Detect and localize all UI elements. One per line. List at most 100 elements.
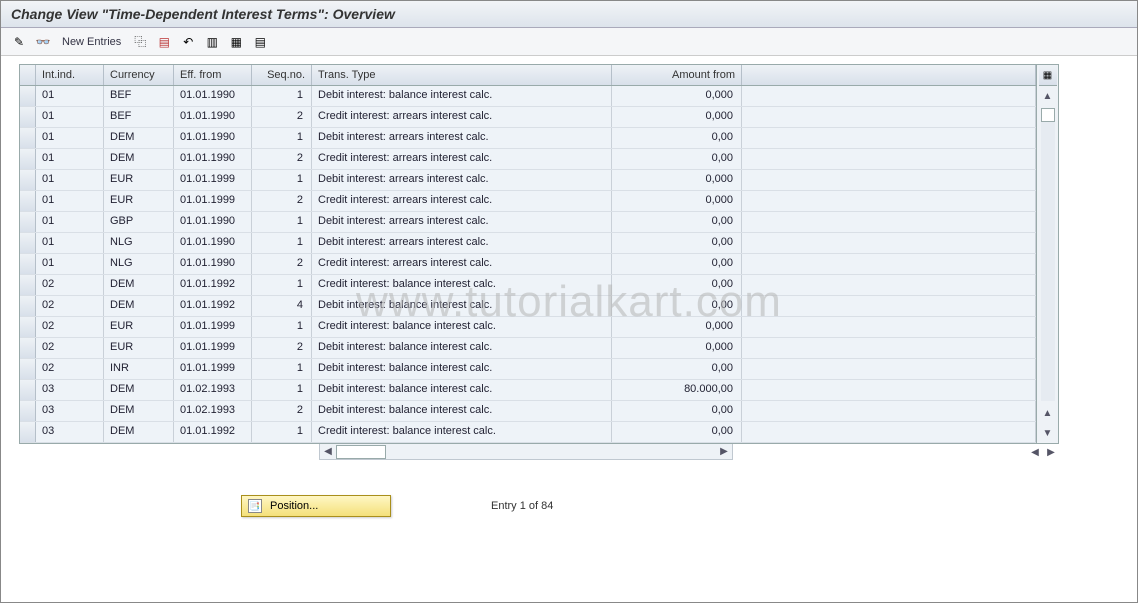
row-selector[interactable] [20,401,36,421]
cell-trans-type[interactable]: Debit interest: balance interest calc. [312,338,612,358]
col-currency[interactable]: Currency [104,65,174,85]
cell-int-ind[interactable]: 01 [36,128,104,148]
cell-int-ind[interactable]: 02 [36,338,104,358]
cell-int-ind[interactable]: 01 [36,107,104,127]
delete-icon[interactable]: ▤ [154,32,174,52]
row-selector[interactable] [20,317,36,337]
cell-eff-from[interactable]: 01.01.1990 [174,212,252,232]
cell-eff-from[interactable]: 01.01.1999 [174,191,252,211]
cell-trans-type[interactable]: Credit interest: arrears interest calc. [312,254,612,274]
cell-eff-from[interactable]: 01.01.1990 [174,149,252,169]
cell-int-ind[interactable]: 02 [36,317,104,337]
cell-seq-no[interactable]: 1 [252,422,312,442]
cell-amount-from[interactable]: 0,00 [612,254,742,274]
cell-amount-from[interactable]: 0,00 [612,149,742,169]
select-all-icon[interactable]: ▥ [202,32,222,52]
cell-currency[interactable]: NLG [104,254,174,274]
table-row[interactable]: 01NLG01.01.19901Debit interest: arrears … [20,233,1036,254]
table-row[interactable]: 01GBP01.01.19901Debit interest: arrears … [20,212,1036,233]
cell-trans-type[interactable]: Debit interest: arrears interest calc. [312,233,612,253]
col-amount-from[interactable]: Amount from [612,65,742,85]
cell-trans-type[interactable]: Debit interest: arrears interest calc. [312,128,612,148]
cell-currency[interactable]: EUR [104,191,174,211]
cell-seq-no[interactable]: 1 [252,170,312,190]
cell-currency[interactable]: BEF [104,86,174,106]
row-selector[interactable] [20,380,36,400]
cell-int-ind[interactable]: 02 [36,275,104,295]
cell-seq-no[interactable]: 2 [252,191,312,211]
cell-currency[interactable]: DEM [104,380,174,400]
cell-int-ind[interactable]: 01 [36,86,104,106]
cell-seq-no[interactable]: 1 [252,212,312,232]
row-selector[interactable] [20,212,36,232]
table-row[interactable]: 01EUR01.01.19992Credit interest: arrears… [20,191,1036,212]
scroll-up2-icon[interactable]: ▲ [1040,405,1056,421]
cell-seq-no[interactable]: 2 [252,107,312,127]
cell-eff-from[interactable]: 01.01.1990 [174,86,252,106]
cell-trans-type[interactable]: Debit interest: arrears interest calc. [312,170,612,190]
cell-currency[interactable]: GBP [104,212,174,232]
col-eff-from[interactable]: Eff. from [174,65,252,85]
table-row[interactable]: 01EUR01.01.19991Debit interest: arrears … [20,170,1036,191]
table-row[interactable]: 01NLG01.01.19902Credit interest: arrears… [20,254,1036,275]
position-button[interactable]: 📑 Position... [241,495,391,517]
cell-amount-from[interactable]: 0,00 [612,275,742,295]
new-entries-button[interactable]: New Entries [57,36,126,48]
scroll-up-icon[interactable]: ▲ [1040,88,1056,104]
col-trans-type[interactable]: Trans. Type [312,65,612,85]
cell-eff-from[interactable]: 01.02.1993 [174,401,252,421]
row-selector[interactable] [20,338,36,358]
cell-trans-type[interactable]: Credit interest: arrears interest calc. [312,149,612,169]
cell-amount-from[interactable]: 0,00 [612,296,742,316]
cell-trans-type[interactable]: Credit interest: balance interest calc. [312,317,612,337]
cell-amount-from[interactable]: 0,00 [612,233,742,253]
row-selector[interactable] [20,233,36,253]
cell-currency[interactable]: BEF [104,107,174,127]
cell-amount-from[interactable]: 0,000 [612,191,742,211]
hscroll-right-icon[interactable]: ▶ [716,445,732,459]
hscroll-right2-icon[interactable]: ▶ [1043,445,1059,459]
cell-seq-no[interactable]: 2 [252,254,312,274]
cell-amount-from[interactable]: 0,000 [612,317,742,337]
cell-currency[interactable]: DEM [104,422,174,442]
cell-eff-from[interactable]: 01.01.1990 [174,128,252,148]
cell-seq-no[interactable]: 2 [252,401,312,421]
table-row[interactable]: 02EUR01.01.19991Credit interest: balance… [20,317,1036,338]
cell-seq-no[interactable]: 1 [252,86,312,106]
cell-int-ind[interactable]: 01 [36,170,104,190]
cell-trans-type[interactable]: Credit interest: arrears interest calc. [312,107,612,127]
cell-currency[interactable]: INR [104,359,174,379]
cell-int-ind[interactable]: 02 [36,296,104,316]
cell-eff-from[interactable]: 01.01.1999 [174,170,252,190]
cell-amount-from[interactable]: 0,00 [612,422,742,442]
select-all-column[interactable] [20,65,36,85]
col-int-ind[interactable]: Int.ind. [36,65,104,85]
row-selector[interactable] [20,275,36,295]
row-selector[interactable] [20,422,36,442]
cell-amount-from[interactable]: 0,000 [612,170,742,190]
cell-currency[interactable]: NLG [104,233,174,253]
col-seq-no[interactable]: Seq.no. [252,65,312,85]
row-selector[interactable] [20,149,36,169]
cell-trans-type[interactable]: Credit interest: balance interest calc. [312,422,612,442]
table-row[interactable]: 02EUR01.01.19992Debit interest: balance … [20,338,1036,359]
cell-int-ind[interactable]: 03 [36,401,104,421]
vertical-scrollbar[interactable]: ▦ ▲ ▲ ▼ [1037,64,1059,444]
cell-int-ind[interactable]: 01 [36,212,104,232]
cell-eff-from[interactable]: 01.01.1992 [174,296,252,316]
hscroll-thumb[interactable] [336,445,386,459]
cell-trans-type[interactable]: Debit interest: arrears interest calc. [312,212,612,232]
row-selector[interactable] [20,254,36,274]
row-selector[interactable] [20,86,36,106]
row-selector[interactable] [20,359,36,379]
scroll-track[interactable] [1041,108,1055,401]
cell-currency[interactable]: DEM [104,401,174,421]
cell-amount-from[interactable]: 0,00 [612,359,742,379]
undo-icon[interactable]: ↶ [178,32,198,52]
row-selector[interactable] [20,191,36,211]
cell-eff-from[interactable]: 01.02.1993 [174,380,252,400]
cell-int-ind[interactable]: 03 [36,380,104,400]
table-row[interactable]: 03DEM01.02.19931Debit interest: balance … [20,380,1036,401]
cell-currency[interactable]: DEM [104,275,174,295]
cell-currency[interactable]: DEM [104,296,174,316]
